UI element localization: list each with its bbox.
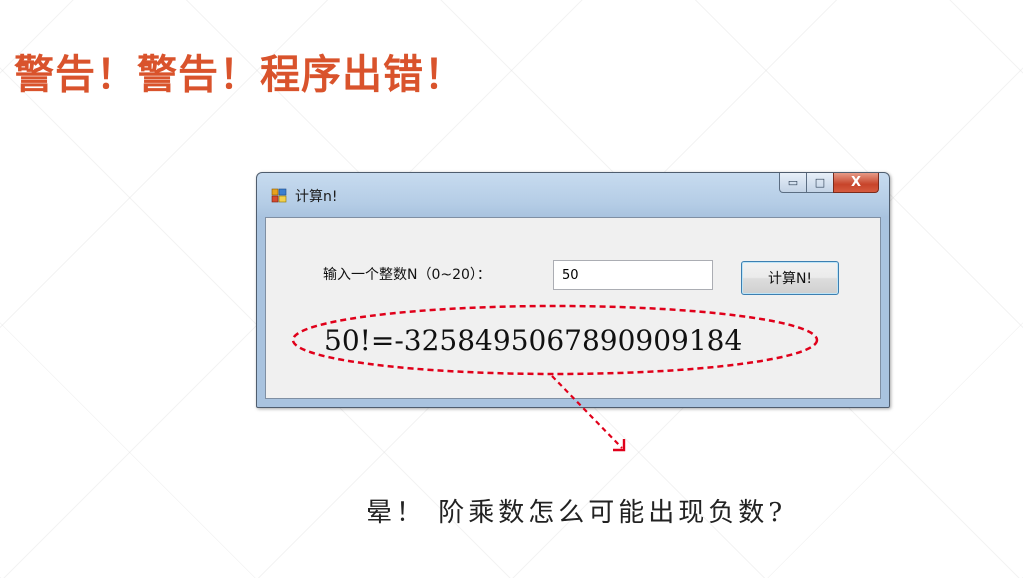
close-icon: X	[850, 175, 862, 190]
slide-title: 警告！警告！程序出错！	[14, 52, 465, 98]
maximize-button[interactable]: □	[806, 173, 834, 193]
window-title: 计算n!	[295, 189, 338, 205]
number-input[interactable]	[553, 260, 713, 290]
close-button[interactable]: X	[833, 173, 879, 193]
window-titlebar[interactable]: 计算n! ▭ □ X	[257, 173, 889, 217]
app-icon	[271, 188, 287, 203]
maximize-icon: □	[814, 176, 826, 189]
input-label: 输入一个整数N（0~20）：	[323, 267, 491, 283]
pointer-arrow-head	[613, 439, 626, 452]
window-client-area: 输入一个整数N（0~20）： 计算N! 50!=-325849506789090…	[265, 217, 881, 399]
minimize-icon: ▭	[787, 176, 799, 189]
slide-caption: 晕！ 阶乘数怎么可能出现负数?	[366, 498, 787, 528]
calculate-button[interactable]: 计算N!	[741, 261, 839, 295]
calc-window: 计算n! ▭ □ X 输入一个整数N（0~20）： 计算N! 50!=-3258…	[256, 172, 890, 408]
slide: 警告！警告！程序出错！ 计算n! ▭ □ X 输入一个整数N（0~20）： 50…	[0, 0, 1023, 578]
minimize-button[interactable]: ▭	[779, 173, 807, 193]
result-text: 50!=-3258495067890909184	[324, 324, 743, 357]
window-controls: ▭ □ X	[779, 173, 879, 195]
